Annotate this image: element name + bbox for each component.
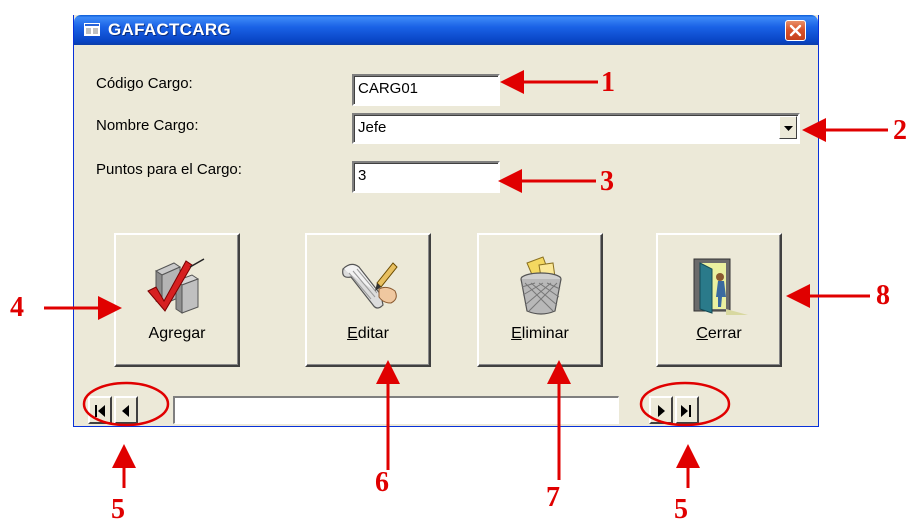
eliminar-label: Eliminar bbox=[511, 325, 569, 342]
exit-door-icon bbox=[693, 258, 748, 315]
nombre-cargo-value: Jefe bbox=[358, 119, 387, 136]
last-record-icon bbox=[681, 405, 691, 417]
window-title: GAFACTCARG bbox=[108, 20, 231, 39]
first-record-icon bbox=[95, 405, 105, 417]
close-button[interactable] bbox=[785, 20, 806, 41]
agregar-button[interactable]: Agregar bbox=[114, 233, 240, 367]
annotation-1: 1 bbox=[601, 67, 615, 98]
codigo-cargo-label: Código Cargo: bbox=[96, 75, 193, 92]
annotation-3: 3 bbox=[600, 166, 614, 197]
edit-scroll-icon bbox=[342, 262, 398, 309]
nombre-cargo-combobox[interactable]: Jefe bbox=[352, 113, 800, 144]
cerrar-label: Cerrar bbox=[696, 325, 742, 342]
annotation-2: 2 bbox=[893, 115, 907, 146]
window-body: Código Cargo: CARG01 Nombre Cargo: Jefe … bbox=[74, 45, 818, 426]
nombre-cargo-label: Nombre Cargo: bbox=[96, 117, 199, 134]
previous-record-button[interactable] bbox=[114, 396, 138, 424]
editar-label: Editar bbox=[347, 325, 389, 342]
annotation-5-left: 5 bbox=[111, 494, 125, 525]
agregar-label: Agregar bbox=[148, 325, 206, 342]
next-record-icon bbox=[658, 405, 665, 417]
annotation-7: 7 bbox=[546, 482, 560, 513]
add-record-icon bbox=[147, 258, 205, 314]
window-app-icon bbox=[84, 23, 100, 36]
record-indicator-bar bbox=[173, 396, 619, 424]
gafactcarg-window: GAFACTCARG Código Cargo: CARG01 Nombre C… bbox=[73, 15, 819, 427]
previous-record-icon bbox=[122, 405, 129, 417]
editar-button[interactable]: Editar bbox=[305, 233, 431, 367]
annotation-4: 4 bbox=[10, 292, 24, 323]
nombre-cargo-dropdown-button[interactable] bbox=[779, 116, 797, 139]
title-bar[interactable]: GAFACTCARG bbox=[74, 15, 818, 45]
last-record-button[interactable] bbox=[675, 396, 699, 424]
puntos-cargo-label: Puntos para el Cargo: bbox=[96, 161, 242, 178]
chevron-down-icon bbox=[784, 126, 793, 131]
annotation-5-right: 5 bbox=[674, 494, 688, 525]
trash-bin-icon bbox=[520, 256, 562, 315]
annotation-8: 8 bbox=[876, 280, 890, 311]
codigo-cargo-field[interactable]: CARG01 bbox=[352, 74, 500, 106]
cerrar-button[interactable]: Cerrar bbox=[656, 233, 782, 367]
next-record-button[interactable] bbox=[649, 396, 673, 424]
first-record-button[interactable] bbox=[88, 396, 112, 424]
puntos-cargo-field[interactable]: 3 bbox=[352, 161, 500, 193]
annotation-6: 6 bbox=[375, 467, 389, 498]
close-icon bbox=[789, 24, 802, 37]
eliminar-button[interactable]: Eliminar bbox=[477, 233, 603, 367]
screenshot-stage: GAFACTCARG Código Cargo: CARG01 Nombre C… bbox=[0, 0, 917, 529]
